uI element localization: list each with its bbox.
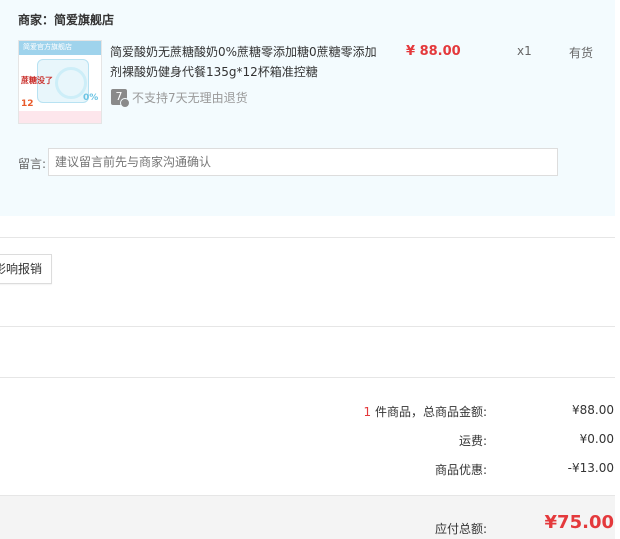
stock-status: 有货 bbox=[569, 46, 594, 60]
product-image-red-text: 蔗糖没了 bbox=[21, 76, 53, 85]
divider bbox=[0, 377, 615, 378]
discount-label: 商品优惠: bbox=[434, 463, 487, 477]
divider bbox=[0, 237, 615, 238]
product-image[interactable]: 简爱官方旗舰店 蔗糖没了 12 0% bbox=[18, 40, 102, 124]
return-policy: 不支持7天无理由退货 bbox=[132, 91, 248, 105]
shop-order-panel: 商家：简爱旗舰店 简爱官方旗舰店 蔗糖没了 12 0% 简爱酸奶无蔗糖酸奶0%蔗… bbox=[0, 0, 615, 216]
total-bar bbox=[0, 495, 615, 539]
divider bbox=[0, 326, 615, 327]
no-return-badge bbox=[120, 98, 130, 108]
items-total-value: ¥88.00 bbox=[572, 403, 614, 417]
product-image-red-num: 12 bbox=[21, 99, 34, 109]
discount-value: -¥13.00 bbox=[567, 461, 614, 475]
invoice-button[interactable]: 影响报销 bbox=[0, 254, 52, 284]
total-label: 应付总额: bbox=[434, 522, 487, 536]
shipping-label: 运费: bbox=[458, 434, 487, 448]
message-label: 留言: bbox=[18, 157, 47, 171]
product-price: ¥ 88.00 bbox=[406, 44, 461, 59]
product-image-band-text: 简爱官方旗舰店 bbox=[23, 43, 72, 51]
shipping-value: ¥0.00 bbox=[579, 432, 614, 446]
no-return-icon: 7 bbox=[111, 89, 130, 108]
total-value: ¥75.00 bbox=[544, 512, 614, 533]
product-title[interactable]: 简爱酸奶无蔗糖酸奶0%蔗糖零添加糖0蔗糖零添加剂裸酸奶健身代餐135g*12杯箱… bbox=[110, 42, 380, 82]
product-image-pct: 0% bbox=[83, 93, 99, 103]
items-total-text: 件商品，总商品金额: bbox=[371, 405, 487, 419]
item-count: 1 bbox=[363, 405, 372, 419]
product-image-bottom bbox=[19, 111, 101, 123]
message-input[interactable] bbox=[48, 148, 558, 176]
shop-name[interactable]: 商家：简爱旗舰店 bbox=[18, 11, 114, 28]
product-quantity: x1 bbox=[517, 44, 532, 58]
items-total-label: 1 件商品，总商品金额: bbox=[364, 403, 488, 420]
